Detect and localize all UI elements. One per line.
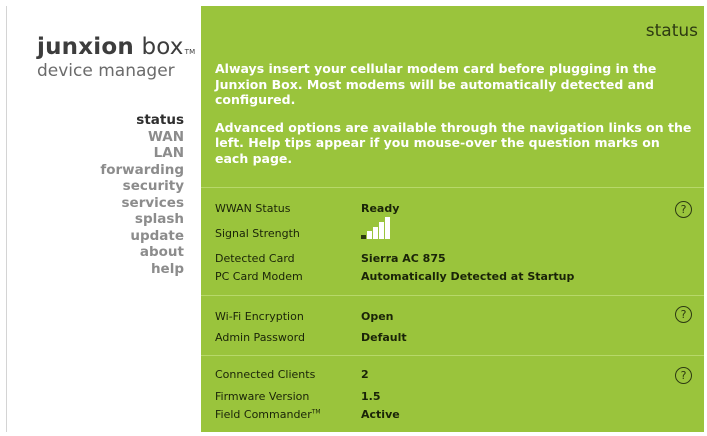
signal-bar — [367, 231, 372, 239]
nav-item-splash[interactable]: splash — [100, 211, 184, 228]
nav-item-update[interactable]: update — [100, 228, 184, 245]
divider — [201, 295, 704, 296]
help-question-icon[interactable]: ? — [675, 201, 692, 218]
intro-paragraph-2: Advanced options are available through t… — [215, 119, 692, 166]
status-panel: status Always insert your cellular modem… — [201, 6, 704, 432]
nav-item-about[interactable]: about — [100, 244, 184, 261]
detected-card-value: Sierra AC 875 — [361, 252, 446, 265]
signal-bar — [379, 222, 384, 239]
pc-card-modem-value: Automatically Detected at Startup — [361, 270, 575, 283]
intro-paragraph-1: Always insert your cellular modem card b… — [215, 61, 657, 107]
logo-brand-rest: box — [133, 34, 184, 60]
help-question-icon[interactable]: ? — [675, 306, 692, 323]
connected-clients-label: Connected Clients — [215, 368, 316, 381]
nav-item-help[interactable]: help — [100, 261, 184, 278]
divider — [201, 355, 704, 356]
wifi-encryption-value: Open — [361, 310, 394, 323]
logo-subtitle: device manager — [37, 61, 175, 81]
field-commander-value: Active — [361, 408, 400, 421]
signal-strength-label: Signal Strength — [215, 227, 300, 240]
firmware-version-label: Firmware Version — [215, 390, 310, 403]
connected-clients-value: 2 — [361, 368, 369, 381]
help-question-icon[interactable]: ? — [675, 367, 692, 384]
intro-text: Always insert your cellular modem card b… — [215, 61, 695, 178]
wwan-status-value: Ready — [361, 202, 400, 215]
admin-password-value: Default — [361, 331, 407, 344]
detected-card-label: Detected Card — [215, 252, 295, 265]
nav-item-wan[interactable]: WAN — [100, 129, 184, 146]
nav-item-lan[interactable]: LAN — [100, 145, 184, 162]
logo-brand-bold: junxion — [37, 34, 134, 60]
page-frame: junxion boxTM device manager status WAN … — [6, 6, 704, 432]
signal-bar — [361, 235, 366, 239]
divider — [201, 187, 704, 188]
signal-bar — [385, 217, 390, 239]
signal-strength-icon — [361, 217, 393, 239]
nav-item-status[interactable]: status — [100, 112, 184, 129]
firmware-version-value: 1.5 — [361, 390, 381, 403]
wifi-encryption-label: Wi-Fi Encryption — [215, 310, 304, 323]
page-title: status — [645, 21, 698, 41]
field-commander-label: Field CommanderTM — [215, 408, 321, 421]
signal-bar — [373, 227, 378, 239]
admin-password-label: Admin Password — [215, 331, 305, 344]
nav-item-services[interactable]: services — [100, 195, 184, 212]
wwan-status-label: WWAN Status — [215, 202, 291, 215]
left-column: junxion boxTM device manager status WAN … — [7, 6, 201, 432]
logo: junxion boxTM device manager — [37, 34, 195, 81]
nav-item-forwarding[interactable]: forwarding — [100, 162, 184, 179]
field-commander-tm: TM — [311, 408, 321, 416]
nav-item-security[interactable]: security — [100, 178, 184, 195]
pc-card-modem-label: PC Card Modem — [215, 270, 303, 283]
logo-tm: TM — [184, 48, 196, 56]
sidebar-nav: status WAN LAN forwarding security servi… — [100, 112, 184, 277]
